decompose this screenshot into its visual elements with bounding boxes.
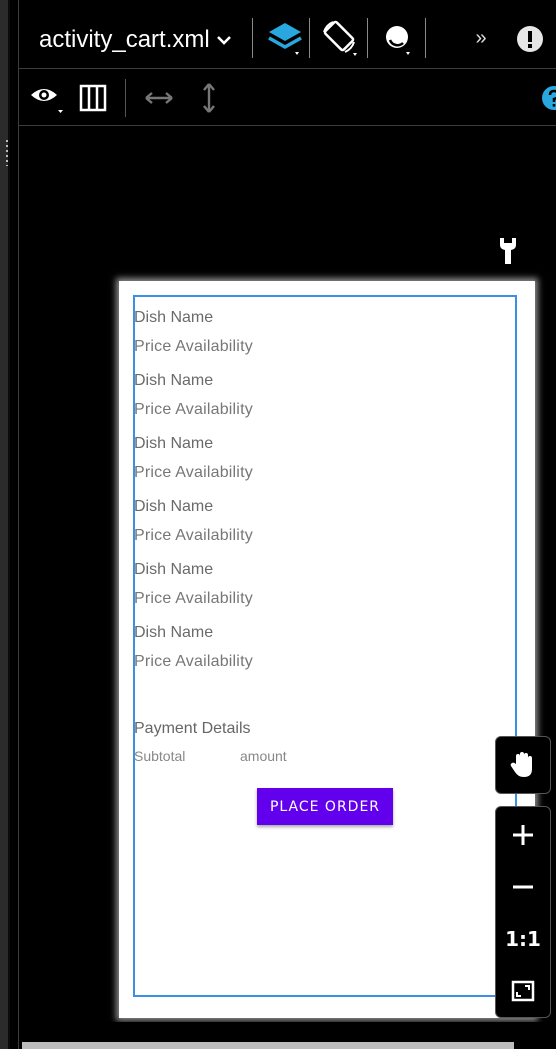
drag-handle[interactable] [6, 140, 8, 166]
horizontal-resize-button[interactable] [139, 83, 179, 113]
vertical-resize-button[interactable] [195, 79, 223, 117]
toolbar-separator [425, 18, 426, 58]
eye-icon [31, 89, 63, 113]
more-chevrons-icon: » [475, 26, 487, 49]
view-options-button[interactable] [27, 81, 67, 115]
dish-name-text[interactable]: Dish Name [134, 372, 213, 390]
actual-size-label: 1:1 [505, 927, 541, 951]
orientation-button[interactable] [317, 18, 363, 58]
chevron-down-icon [216, 36, 231, 45]
dish-name-text[interactable]: Dish Name [134, 309, 213, 327]
pan-hand-icon [510, 752, 532, 777]
price-availability-text[interactable]: Price Availability [134, 338, 253, 356]
pan-tool-button[interactable] [495, 736, 551, 794]
scrollbar-thumb[interactable] [22, 1042, 514, 1049]
toolbar-separator [367, 18, 368, 58]
rotate-device-icon [323, 20, 357, 56]
place-order-button[interactable]: PLACE ORDER [257, 788, 393, 825]
zoom-controls: 1:1 [495, 806, 551, 1018]
zoom-in-button[interactable] [496, 809, 550, 861]
design-options-toolbar [19, 69, 556, 126]
price-availability-text[interactable]: Price Availability [134, 464, 253, 482]
dish-name-text[interactable]: Dish Name [134, 498, 213, 516]
file-selector-dropdown[interactable]: activity_cart.xml [39, 26, 232, 54]
subtotal-label[interactable]: Subtotal [134, 748, 185, 764]
zoom-out-icon [513, 885, 533, 889]
render-settings-button[interactable] [495, 236, 521, 266]
help-icon [542, 86, 556, 110]
fit-screen-icon [511, 980, 535, 1002]
price-availability-text[interactable]: Price Availability [134, 653, 253, 671]
layers-icon [268, 23, 302, 55]
dish-name-text[interactable]: Dish Name [134, 624, 213, 642]
horizontal-resize-icon [145, 92, 173, 104]
wrench-icon [500, 238, 516, 264]
price-availability-text[interactable]: Price Availability [134, 590, 253, 608]
toolbar-separator [125, 79, 126, 117]
more-actions-button[interactable]: » [464, 22, 498, 54]
actual-size-button[interactable]: 1:1 [496, 913, 550, 965]
vertical-resize-icon [203, 83, 215, 113]
amount-text[interactable]: amount [240, 748, 287, 764]
layout-editor-toolbar: activity_cart.xml » [19, 0, 556, 69]
design-surface-button[interactable] [263, 18, 307, 58]
price-availability-text[interactable]: Price Availability [134, 401, 253, 419]
dish-name-text[interactable]: Dish Name [134, 561, 213, 579]
left-panel-gap [8, 0, 10, 1049]
toolbar-separator [252, 18, 253, 58]
help-button[interactable] [541, 83, 556, 113]
file-name: activity_cart.xml [39, 26, 210, 53]
zoom-out-button[interactable] [496, 861, 550, 913]
theme-icon [386, 26, 410, 55]
toolbar-separator [309, 18, 310, 58]
price-availability-text[interactable]: Price Availability [134, 527, 253, 545]
zoom-in-icon [513, 825, 533, 845]
warning-icon [517, 26, 543, 52]
blueprint-icon [79, 84, 107, 112]
issues-button[interactable] [513, 22, 547, 56]
night-mode-button[interactable] [375, 18, 421, 58]
payment-details-title[interactable]: Payment Details [134, 720, 251, 738]
blueprint-toggle-button[interactable] [75, 81, 111, 115]
fit-screen-button[interactable] [496, 965, 550, 1017]
dish-name-text[interactable]: Dish Name [134, 435, 213, 453]
